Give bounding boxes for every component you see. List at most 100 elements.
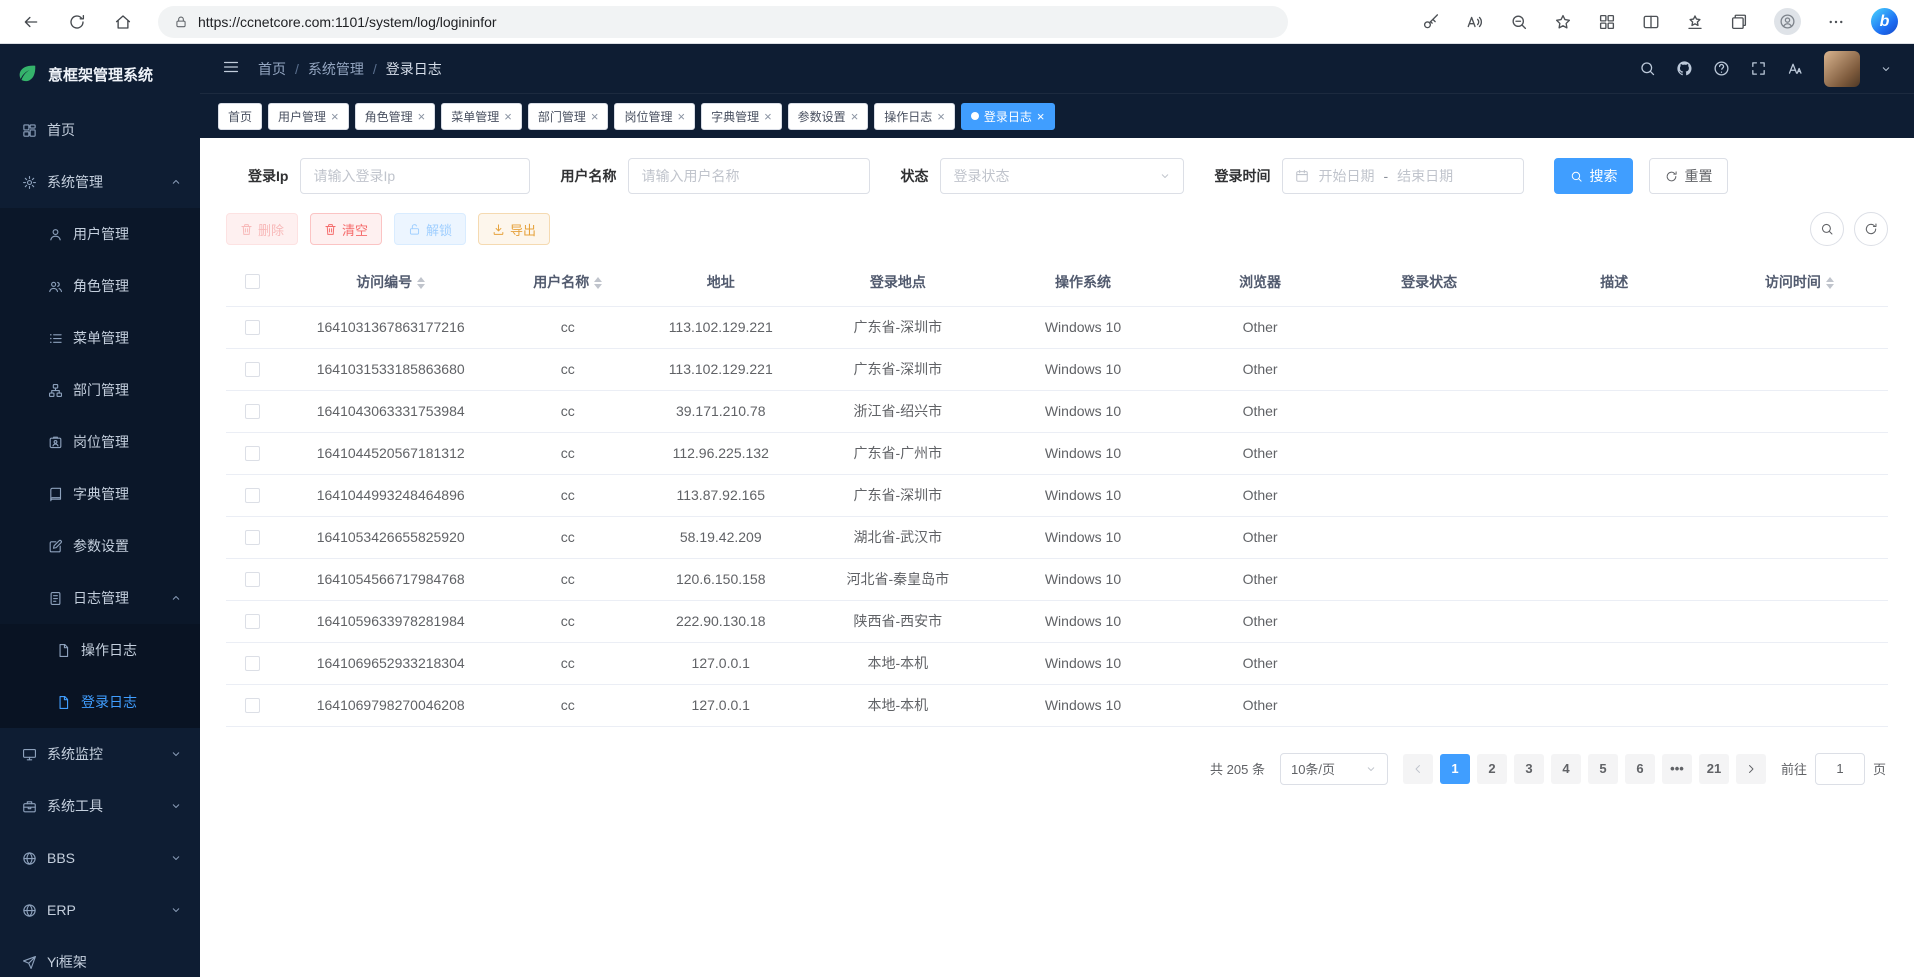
zoom-out-button[interactable]: [1510, 13, 1528, 31]
select-all-checkbox[interactable]: [245, 274, 260, 289]
sidebar-item-bbs[interactable]: BBS: [0, 832, 200, 884]
row-checkbox[interactable]: [245, 572, 260, 587]
sidebar-item-system-tools[interactable]: 系统工具: [0, 780, 200, 832]
row-checkbox[interactable]: [245, 362, 260, 377]
breadcrumb-item[interactable]: 登录日志: [386, 59, 442, 79]
bing-icon[interactable]: b: [1871, 8, 1898, 35]
close-icon[interactable]: ×: [331, 110, 339, 123]
sidebar-item-role-management[interactable]: 角色管理: [0, 260, 200, 312]
sidebar-item-user-management[interactable]: 用户管理: [0, 208, 200, 260]
close-icon[interactable]: ×: [591, 110, 599, 123]
close-icon[interactable]: ×: [418, 110, 426, 123]
github-button[interactable]: [1676, 60, 1693, 77]
export-button[interactable]: 导出: [478, 213, 550, 245]
page-ellipsis[interactable]: •••: [1662, 754, 1692, 784]
favorites-bar-button[interactable]: [1686, 13, 1704, 31]
column-header-user-name[interactable]: 用户名称: [503, 258, 632, 306]
sidebar-item-dict-management[interactable]: 字典管理: [0, 468, 200, 520]
tab-dept-management[interactable]: 部门管理×: [528, 103, 609, 130]
sidebar-item-dept-management[interactable]: 部门管理: [0, 364, 200, 416]
breadcrumb-item[interactable]: 系统管理: [308, 59, 364, 79]
home-button[interactable]: [108, 7, 138, 37]
date-range-picker[interactable]: 开始日期 - 结束日期: [1282, 158, 1524, 194]
delete-button[interactable]: 删除: [226, 213, 298, 245]
row-checkbox[interactable]: [245, 530, 260, 545]
page-button-4[interactable]: 4: [1551, 754, 1581, 784]
page-button-5[interactable]: 5: [1588, 754, 1618, 784]
sidebar-item-home[interactable]: 首页: [0, 104, 200, 156]
page-button-2[interactable]: 2: [1477, 754, 1507, 784]
status-select[interactable]: 登录状态: [940, 158, 1184, 194]
collections-button[interactable]: [1730, 13, 1748, 31]
search-button[interactable]: [1639, 60, 1656, 77]
tab-login-log[interactable]: 登录日志×: [961, 103, 1055, 130]
reset-button[interactable]: 重置: [1649, 158, 1728, 194]
tab-operation-log[interactable]: 操作日志×: [874, 103, 955, 130]
browser-profile-avatar[interactable]: [1774, 8, 1801, 35]
row-checkbox[interactable]: [245, 446, 260, 461]
close-icon[interactable]: ×: [1037, 110, 1045, 123]
jump-page-input[interactable]: [1815, 753, 1865, 785]
row-checkbox[interactable]: [245, 698, 260, 713]
sidebar-item-system-management[interactable]: 系统管理: [0, 156, 200, 208]
tab-role-management[interactable]: 角色管理×: [355, 103, 436, 130]
extensions-button[interactable]: [1598, 13, 1616, 31]
app-logo[interactable]: 意框架管理系统: [0, 44, 200, 104]
sidebar-item-login-log[interactable]: 登录日志: [0, 676, 200, 728]
sort-control[interactable]: [594, 277, 602, 290]
close-icon[interactable]: ×: [677, 110, 685, 123]
sidebar-item-param-settings[interactable]: 参数设置: [0, 520, 200, 572]
page-button-21[interactable]: 21: [1699, 754, 1729, 784]
split-screen-button[interactable]: [1642, 13, 1660, 31]
username-input[interactable]: [628, 158, 870, 194]
breadcrumb-item[interactable]: 首页: [258, 59, 286, 79]
address-bar[interactable]: https://ccnetcore.com:1101/system/log/lo…: [158, 6, 1288, 38]
sidebar-item-erp[interactable]: ERP: [0, 884, 200, 936]
page-button-6[interactable]: 6: [1625, 754, 1655, 784]
tab-user-management[interactable]: 用户管理×: [268, 103, 349, 130]
row-checkbox[interactable]: [245, 614, 260, 629]
tab-menu-management[interactable]: 菜单管理×: [441, 103, 522, 130]
search-button[interactable]: 搜索: [1554, 158, 1633, 194]
tab-dict-management[interactable]: 字典管理×: [701, 103, 782, 130]
sort-control[interactable]: [417, 277, 425, 290]
sidebar-item-post-management[interactable]: 岗位管理: [0, 416, 200, 468]
tab-post-management[interactable]: 岗位管理×: [614, 103, 695, 130]
help-button[interactable]: [1713, 60, 1730, 77]
tab-home[interactable]: 首页: [218, 103, 262, 130]
sidebar-item-system-monitor[interactable]: 系统监控: [0, 728, 200, 780]
column-header-visit-time[interactable]: 访问时间: [1711, 258, 1888, 306]
sidebar-item-menu-management[interactable]: 菜单管理: [0, 312, 200, 364]
close-icon[interactable]: ×: [937, 110, 945, 123]
font-size-button[interactable]: [1787, 60, 1804, 77]
close-icon[interactable]: ×: [851, 110, 859, 123]
toggle-search-button[interactable]: [1810, 212, 1844, 246]
sort-control[interactable]: [1826, 277, 1834, 290]
clear-button[interactable]: 清空: [310, 213, 382, 245]
close-icon[interactable]: ×: [764, 110, 772, 123]
fullscreen-button[interactable]: [1750, 60, 1767, 77]
close-icon[interactable]: ×: [504, 110, 512, 123]
sidebar-item-yi-framework[interactable]: Yi框架: [0, 936, 200, 977]
sidebar-item-operation-log[interactable]: 操作日志: [0, 624, 200, 676]
more-button[interactable]: [1827, 13, 1845, 31]
user-avatar[interactable]: [1824, 51, 1860, 87]
row-checkbox[interactable]: [245, 320, 260, 335]
read-aloud-button[interactable]: [1466, 13, 1484, 31]
back-button[interactable]: [16, 7, 46, 37]
favorites-button[interactable]: [1554, 13, 1572, 31]
sidebar-item-log-management[interactable]: 日志管理: [0, 572, 200, 624]
sidebar-collapse-button[interactable]: [222, 58, 240, 79]
page-button-1[interactable]: 1: [1440, 754, 1470, 784]
reload-button[interactable]: [62, 7, 92, 37]
refresh-table-button[interactable]: [1854, 212, 1888, 246]
unlock-button[interactable]: 解锁: [394, 213, 466, 245]
row-checkbox[interactable]: [245, 488, 260, 503]
page-button-3[interactable]: 3: [1514, 754, 1544, 784]
login-ip-input[interactable]: [300, 158, 530, 194]
next-page-button[interactable]: [1736, 754, 1766, 784]
row-checkbox[interactable]: [245, 404, 260, 419]
row-checkbox[interactable]: [245, 656, 260, 671]
key-button[interactable]: [1422, 13, 1440, 31]
prev-page-button[interactable]: [1403, 754, 1433, 784]
